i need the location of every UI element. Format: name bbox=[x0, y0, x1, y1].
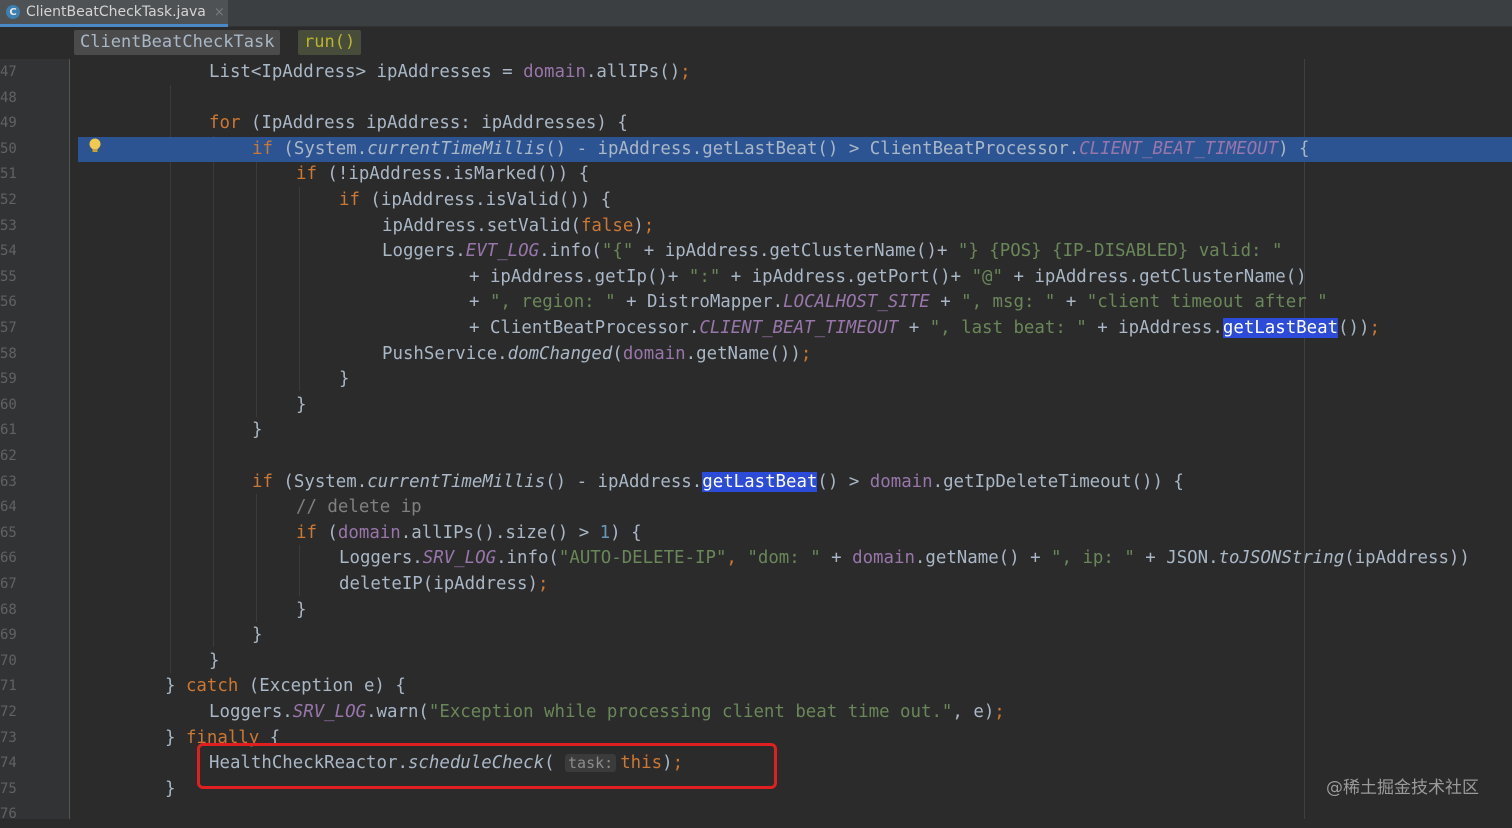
code-text: PushService.domChanged(domain.getName())… bbox=[382, 343, 812, 364]
line-number: 74 bbox=[0, 755, 17, 772]
code-line: 62 bbox=[0, 444, 1512, 470]
code-line: 48 bbox=[0, 86, 1512, 112]
code-text: + ipAddress.getIp()+ ":" + ipAddress.get… bbox=[469, 266, 1307, 287]
code-text: } bbox=[339, 369, 350, 390]
lightbulb-icon[interactable] bbox=[86, 137, 104, 155]
code-text: if (ipAddress.isValid()) { bbox=[339, 190, 612, 210]
code-text: deleteIP(ipAddress); bbox=[339, 574, 549, 594]
code-line: 70 } bbox=[0, 649, 1512, 675]
code-line: 68 } bbox=[0, 598, 1512, 624]
breadcrumb: ClientBeatCheckTask run() bbox=[0, 27, 1512, 59]
code-text: } bbox=[296, 394, 307, 415]
code-line: 60 } bbox=[0, 393, 1512, 419]
line-number: 54 bbox=[0, 243, 17, 260]
search-highlight: getLastBeat bbox=[702, 471, 818, 492]
line-number: 63 bbox=[0, 473, 17, 490]
line-number: 70 bbox=[0, 652, 17, 669]
code-line: 49 for (IpAddress ipAddress: ipAddresses… bbox=[0, 111, 1512, 137]
code-text: if (domain.allIPs().size() > 1) { bbox=[296, 522, 642, 543]
code-line: 72 Loggers.SRV_LOG.warn("Exception while… bbox=[0, 700, 1512, 726]
close-icon[interactable]: × bbox=[214, 5, 225, 20]
code-line: 56 + ", region: " + DistroMapper.LOCALHO… bbox=[0, 290, 1512, 316]
line-number: 59 bbox=[0, 371, 17, 388]
code-text: for (IpAddress ipAddress: ipAddresses) { bbox=[209, 113, 628, 134]
code-line: 67 deleteIP(ipAddress); bbox=[0, 572, 1512, 598]
line-number: 47 bbox=[0, 64, 17, 80]
code-text: + ", region: " + DistroMapper.LOCALHOST_… bbox=[469, 292, 1328, 313]
line-number: 52 bbox=[0, 192, 17, 208]
code-line: 51 if (!ipAddress.isMarked()) { bbox=[0, 162, 1512, 188]
code-line: 76 bbox=[0, 802, 1512, 828]
code-line: 52 if (ipAddress.isValid()) { bbox=[0, 188, 1512, 214]
line-number: 65 bbox=[0, 524, 17, 541]
line-number: 62 bbox=[0, 448, 17, 464]
current-line-highlight: 50 if (System.currentTimeMillis() - ipAd… bbox=[0, 136, 1512, 163]
code-text: } bbox=[296, 599, 307, 620]
code-text: } bbox=[252, 625, 263, 646]
code-line: 66 Loggers.SRV_LOG.info("AUTO-DELETE-IP"… bbox=[0, 546, 1512, 572]
line-number: 60 bbox=[0, 396, 17, 413]
line-number: 67 bbox=[0, 576, 17, 592]
line-number: 66 bbox=[0, 550, 17, 567]
breadcrumb-class[interactable]: ClientBeatCheckTask bbox=[74, 30, 281, 55]
line-number: 51 bbox=[0, 166, 17, 183]
line-number: 64 bbox=[0, 499, 17, 516]
code-line: 65 if (domain.allIPs().size() > 1) { bbox=[0, 521, 1512, 547]
line-number: 53 bbox=[0, 217, 17, 234]
code-text: if (System.currentTimeMillis() - ipAddre… bbox=[252, 138, 1310, 159]
line-number: 76 bbox=[0, 806, 17, 823]
search-highlight: getLastBeat bbox=[1222, 318, 1339, 338]
editor-tab-bar: C ClientBeatCheckTask.java × bbox=[0, 0, 1512, 27]
line-number: 69 bbox=[0, 627, 17, 644]
code-text: + ClientBeatProcessor.CLIENT_BEAT_TIMEOU… bbox=[469, 318, 1380, 338]
line-number: 55 bbox=[0, 268, 17, 285]
code-text: Loggers.SRV_LOG.info("AUTO-DELETE-IP", "… bbox=[339, 548, 1470, 569]
line-number: 49 bbox=[0, 115, 17, 132]
code-line: 69 } bbox=[0, 623, 1512, 649]
code-text: if (System.currentTimeMillis() - ipAddre… bbox=[252, 471, 1184, 492]
code-text: List<IpAddress> ipAddresses = domain.all… bbox=[209, 62, 691, 82]
code-line: 47 List<IpAddress> ipAddresses = domain.… bbox=[0, 60, 1512, 86]
file-tab[interactable]: C ClientBeatCheckTask.java × bbox=[0, 0, 228, 27]
code-line: 61 } bbox=[0, 418, 1512, 444]
code-text: } bbox=[165, 778, 176, 799]
code-text: } bbox=[252, 420, 263, 441]
code-text: } catch (Exception e) { bbox=[165, 676, 406, 697]
code-line: 58 PushService.domChanged(domain.getName… bbox=[0, 342, 1512, 368]
file-tab-label: ClientBeatCheckTask.java bbox=[26, 4, 206, 20]
line-number: 68 bbox=[0, 601, 17, 618]
line-number: 57 bbox=[0, 320, 17, 336]
line-number: 72 bbox=[0, 704, 17, 720]
code-line: 54 Loggers.EVT_LOG.info("{" + ipAddress.… bbox=[0, 239, 1512, 265]
code-line: 55 + ipAddress.getIp()+ ":" + ipAddress.… bbox=[0, 265, 1512, 291]
line-number: 75 bbox=[0, 780, 17, 797]
line-number: 71 bbox=[0, 678, 17, 695]
code-comment: // delete ip bbox=[296, 497, 422, 518]
line-number: 61 bbox=[0, 422, 17, 439]
code-line: 53 ipAddress.setValid(false); bbox=[0, 214, 1512, 240]
breadcrumb-method[interactable]: run() bbox=[298, 30, 362, 55]
code-text: Loggers.EVT_LOG.info("{" + ipAddress.get… bbox=[382, 241, 1283, 262]
code-line: 59 } bbox=[0, 367, 1512, 393]
code-text: if (!ipAddress.isMarked()) { bbox=[296, 164, 590, 185]
watermark: @稀土掘金技术社区 bbox=[1326, 778, 1479, 798]
code-text: Loggers.SRV_LOG.warn("Exception while pr… bbox=[209, 702, 1005, 722]
code-line: 63 if (System.currentTimeMillis() - ipAd… bbox=[0, 470, 1512, 496]
code-line: 57 + ClientBeatProcessor.CLIENT_BEAT_TIM… bbox=[0, 316, 1512, 342]
line-number: 56 bbox=[0, 294, 17, 311]
class-c-icon: C bbox=[6, 5, 20, 19]
line-number: 48 bbox=[0, 89, 17, 106]
line-number: 73 bbox=[0, 729, 17, 746]
code-text: } bbox=[209, 650, 220, 671]
code-line: 71 } catch (Exception e) { bbox=[0, 674, 1512, 700]
line-number: 50 bbox=[0, 140, 17, 157]
code-text: ipAddress.setValid(false); bbox=[382, 215, 655, 236]
line-number: 58 bbox=[0, 345, 17, 362]
annotation-highlight-box bbox=[197, 743, 777, 789]
code-line: 64 // delete ip bbox=[0, 495, 1512, 521]
